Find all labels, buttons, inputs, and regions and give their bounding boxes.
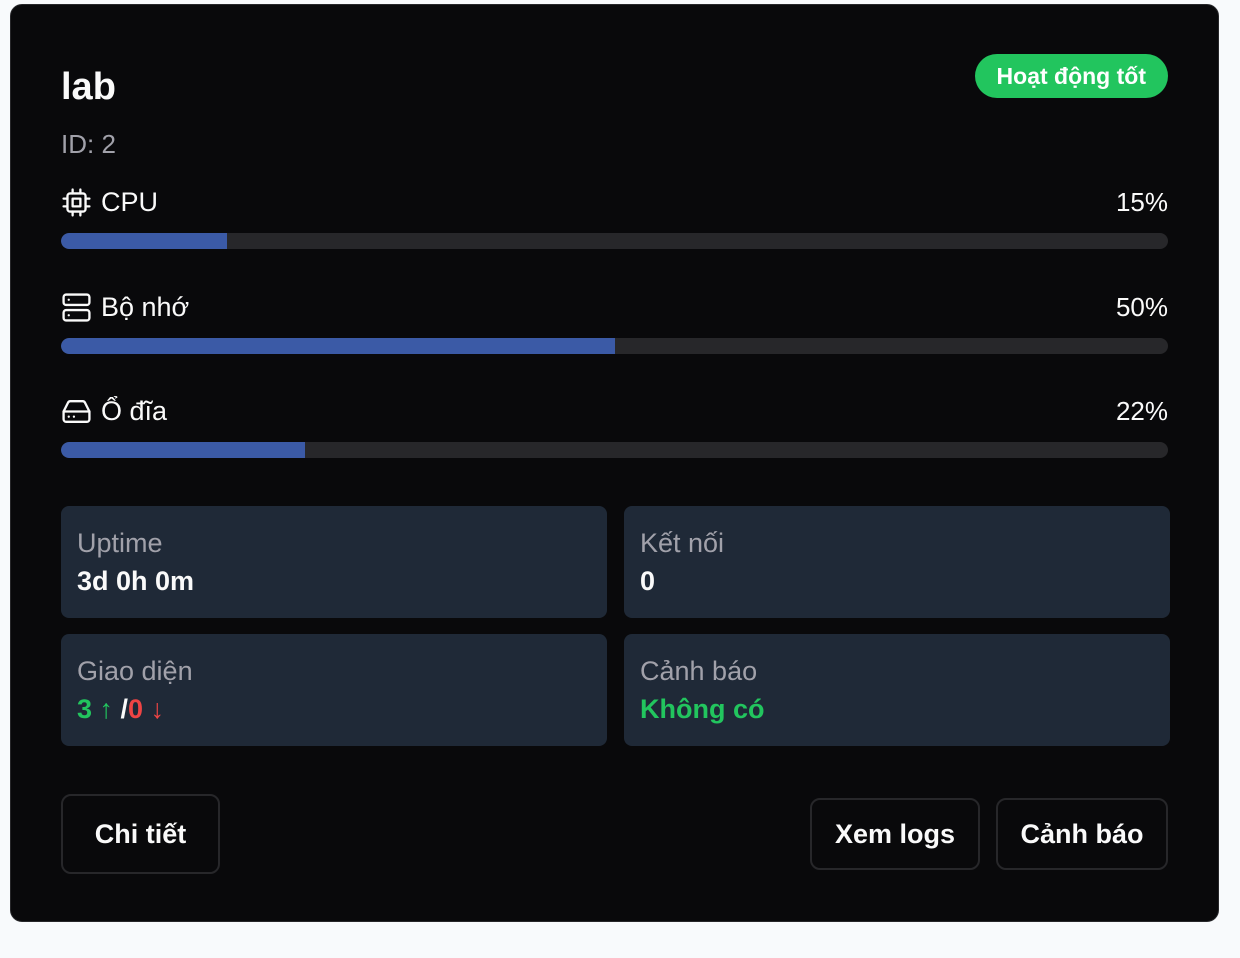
uptime-tile: Uptime 3d 0h 0m (61, 506, 607, 618)
uptime-value: 3d 0h 0m (77, 566, 195, 596)
interfaces-down: 0 ↓ (128, 694, 165, 724)
metric-memory: Bộ nhớ 50% (61, 290, 1168, 370)
alerts-label: Cảnh báo (640, 656, 758, 686)
connections-label: Kết nối (640, 528, 725, 558)
status-badge: Hoạt động tốt (974, 54, 1168, 98)
alerts-button[interactable]: Cảnh báo (996, 798, 1168, 870)
connections-tile: Kết nối 0 (624, 506, 1170, 618)
interfaces-separator: / (113, 694, 129, 724)
metric-label: CPU (101, 186, 159, 217)
cpu-progress-fill (61, 233, 228, 249)
memory-progress-bar (61, 338, 1168, 354)
details-button[interactable]: Chi tiết (61, 794, 220, 874)
alerts-tile: Cảnh báo Không có (624, 634, 1170, 746)
disk-progress-bar (61, 442, 1168, 458)
disk-icon (62, 399, 91, 423)
interfaces-tile: Giao diện 3 ↑ /0 ↓ (61, 634, 607, 746)
uptime-label: Uptime (77, 528, 163, 558)
metric-value: 50% (1115, 291, 1168, 322)
interfaces-up: 3 ↑ (77, 694, 114, 724)
connections-value: 0 (640, 566, 656, 596)
disk-progress-fill (61, 442, 305, 458)
metric-label: Ổ đĩa (101, 395, 168, 426)
alerts-value: Không có (640, 694, 765, 724)
cpu-icon (62, 187, 91, 217)
metric-value: 22% (1115, 395, 1168, 426)
metric-value: 15% (1115, 186, 1168, 217)
metric-cpu: CPU 15% (61, 185, 1168, 265)
interfaces-label: Giao diện (77, 656, 193, 686)
server-id: ID: 2 (61, 129, 116, 159)
memory-progress-fill (61, 338, 615, 354)
server-name: lab (61, 66, 116, 108)
interfaces-value: 3 ↑ /0 ↓ (77, 692, 591, 726)
metric-disk: Ổ đĩa 22% (61, 394, 1168, 474)
view-logs-button[interactable]: Xem logs (810, 798, 980, 870)
cpu-progress-bar (61, 233, 1168, 249)
server-card: lab Hoạt động tốt ID: 2 CPU 15% Bộ nhớ 5… (10, 4, 1219, 922)
memory-icon (62, 292, 91, 322)
metric-label: Bộ nhớ (101, 291, 190, 322)
